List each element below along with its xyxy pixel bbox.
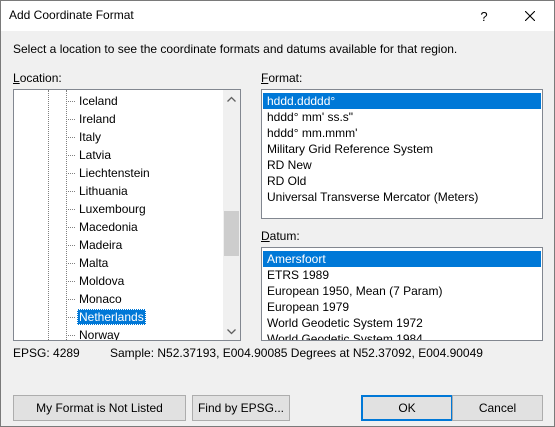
tree-connector: [66, 173, 75, 174]
location-item[interactable]: Madeira: [14, 236, 223, 254]
format-item[interactable]: hddd° mm.mmm': [263, 125, 541, 141]
scroll-thumb[interactable]: [224, 211, 239, 256]
location-item-label: Macedonia: [79, 220, 138, 234]
location-item[interactable]: Norway: [14, 326, 223, 341]
sample-text: Sample: N52.37193, E004.90085 Degrees at…: [110, 346, 483, 360]
tree-connector: [66, 299, 75, 300]
format-item[interactable]: RD New: [263, 157, 541, 173]
scroll-down-button[interactable]: [223, 323, 240, 340]
location-item-label: Iceland: [79, 94, 118, 108]
help-button[interactable]: ?: [461, 1, 507, 31]
datum-item[interactable]: Amersfoort: [263, 251, 541, 267]
location-item[interactable]: Malta: [14, 254, 223, 272]
datum-item[interactable]: ETRS 1989: [263, 267, 541, 283]
help-icon: ?: [480, 8, 488, 24]
location-items: Iceland Ireland Italy Latvia Liechtenstein Li…: [14, 92, 223, 341]
location-tree[interactable]: Iceland Ireland Italy Latvia Liechtenstein Li…: [13, 89, 241, 341]
datum-item[interactable]: European 1950, Mean (7 Param): [263, 283, 541, 299]
chevron-down-icon: [227, 328, 236, 334]
location-item-label: Madeira: [79, 238, 123, 252]
location-item[interactable]: Iceland: [14, 92, 223, 110]
location-item-label: Lithuania: [79, 184, 128, 198]
not-listed-button[interactable]: My Format is Not Listed: [13, 395, 186, 421]
location-item-label: Latvia: [79, 148, 112, 162]
scroll-up-button[interactable]: [223, 90, 240, 107]
tree-connector: [66, 119, 75, 120]
format-item[interactable]: RD Old: [263, 173, 541, 189]
dialog-window: Add Coordinate Format ? Select a locatio…: [0, 0, 555, 427]
datum-list[interactable]: Amersfoort ETRS 1989 European 1950, Mean (…: [261, 247, 543, 341]
location-item[interactable]: Liechtenstein: [14, 164, 223, 182]
location-item-label: Moldova: [79, 274, 125, 288]
location-item[interactable]: Italy: [14, 128, 223, 146]
tree-connector: [66, 245, 75, 246]
location-item[interactable]: Lithuania: [14, 182, 223, 200]
tree-connector: [66, 191, 75, 192]
tree-connector: [66, 263, 75, 264]
location-item[interactable]: Macedonia: [14, 218, 223, 236]
format-list[interactable]: hddd.ddddd° hddd° mm' ss.s" hddd° mm.mmm' M…: [261, 89, 543, 219]
tree-connector: [66, 155, 75, 156]
location-item[interactable]: Monaco: [14, 290, 223, 308]
location-item[interactable]: Ireland: [14, 110, 223, 128]
tree-connector: [66, 227, 75, 228]
close-button[interactable]: [507, 1, 553, 31]
datum-item[interactable]: World Geodetic System 1972: [263, 315, 541, 331]
location-item[interactable]: Latvia: [14, 146, 223, 164]
location-item-label: Luxembourg: [79, 202, 146, 216]
find-by-epsg-button[interactable]: Find by EPSG...: [192, 395, 290, 421]
location-item-label: Malta: [79, 256, 109, 270]
datum-items: Amersfoort ETRS 1989 European 1950, Mean (…: [263, 251, 541, 340]
format-item[interactable]: Military Grid Reference System: [263, 141, 541, 157]
format-item[interactable]: hddd° mm' ss.s": [263, 109, 541, 125]
location-item-label: Ireland: [79, 112, 116, 126]
location-scrollbar[interactable]: [223, 90, 240, 340]
location-item-label: Liechtenstein: [79, 166, 150, 180]
format-item[interactable]: Universal Transverse Mercator (Meters): [263, 189, 541, 205]
location-item[interactable]: Luxembourg: [14, 200, 223, 218]
location-item-label: Norway: [79, 328, 120, 341]
tree-connector: [66, 281, 75, 282]
tree-connector: [66, 317, 75, 318]
close-icon: [525, 11, 535, 21]
dialog-title: Add Coordinate Format: [9, 8, 134, 22]
location-item-label: Monaco: [79, 292, 122, 306]
format-label: Format:: [261, 71, 303, 85]
tree-connector: [66, 101, 75, 102]
tree-connector: [66, 335, 75, 336]
location-item-label: Netherlands: [77, 309, 146, 325]
epsg-code: EPSG: 4289: [13, 346, 80, 360]
cancel-button[interactable]: Cancel: [452, 395, 543, 421]
format-items: hddd.ddddd° hddd° mm' ss.s" hddd° mm.mmm' M…: [263, 93, 541, 205]
instruction-text: Select a location to see the coordinate …: [13, 42, 458, 56]
format-item[interactable]: hddd.ddddd°: [263, 93, 541, 109]
chevron-up-icon: [227, 96, 236, 102]
location-label: Location:: [13, 71, 62, 85]
location-item[interactable]: Netherlands: [14, 308, 223, 326]
tree-connector: [66, 209, 75, 210]
datum-item[interactable]: World Geodetic System 1984: [263, 331, 541, 340]
datum-label: Datum:: [261, 229, 300, 243]
title-bar: Add Coordinate Format ?: [1, 1, 554, 31]
location-item[interactable]: Moldova: [14, 272, 223, 290]
tree-connector: [66, 137, 75, 138]
ok-button[interactable]: OK: [361, 395, 453, 421]
location-item-label: Italy: [79, 130, 102, 144]
datum-item[interactable]: European 1979: [263, 299, 541, 315]
